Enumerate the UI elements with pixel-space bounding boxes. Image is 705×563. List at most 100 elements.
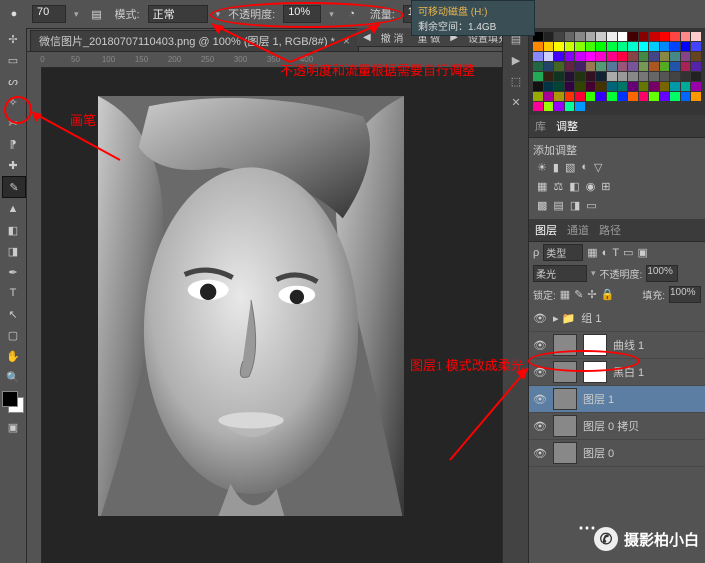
curves-icon[interactable]: ▧: [565, 161, 575, 174]
swatch-color[interactable]: [586, 72, 596, 81]
tab-channels[interactable]: 通道: [567, 222, 589, 238]
swatch-color[interactable]: [544, 52, 554, 61]
swatch-color[interactable]: [575, 92, 585, 101]
swatch-color[interactable]: [586, 32, 596, 41]
tab-layers[interactable]: 图层: [535, 222, 557, 238]
swatch-color[interactable]: [607, 42, 617, 51]
swatch-color[interactable]: [618, 82, 628, 91]
layer-row[interactable]: 👁图层 1: [529, 386, 705, 413]
swatch-color[interactable]: [575, 42, 585, 51]
swatch-color[interactable]: [639, 72, 649, 81]
swatch-color[interactable]: [554, 32, 564, 41]
swatch-color[interactable]: [628, 92, 638, 101]
swatch-color[interactable]: [607, 82, 617, 91]
swatch-color[interactable]: [565, 62, 575, 71]
swatch-color[interactable]: [544, 102, 554, 111]
swatch-color[interactable]: [649, 62, 659, 71]
swatch-color[interactable]: [681, 72, 691, 81]
undo-button[interactable]: 撤 消: [377, 30, 408, 45]
swatch-color[interactable]: [639, 32, 649, 41]
swatch-color[interactable]: [586, 52, 596, 61]
lock-pixel-icon[interactable]: ✎: [574, 288, 583, 301]
zoom-tool[interactable]: 🔍: [2, 367, 24, 387]
chevron-down-icon[interactable]: ▾: [216, 9, 221, 20]
fill-input[interactable]: 100%: [669, 286, 701, 303]
swatch-color[interactable]: [691, 32, 701, 41]
tab-library[interactable]: 库: [535, 118, 546, 134]
hue-icon[interactable]: ▦: [537, 180, 547, 193]
swatch-color[interactable]: [565, 42, 575, 51]
lasso-tool[interactable]: ᔕ: [2, 71, 24, 91]
gradient-map-icon[interactable]: ▭: [586, 199, 596, 212]
swatch-color[interactable]: [575, 102, 585, 111]
brush-size-input[interactable]: 70: [32, 5, 66, 23]
pressure-opacity-icon[interactable]: ◔: [342, 4, 362, 24]
swatch-color[interactable]: [565, 92, 575, 101]
swatch-color[interactable]: [607, 52, 617, 61]
swatch-color[interactable]: [618, 92, 628, 101]
visibility-icon[interactable]: 👁: [533, 339, 547, 352]
swatch-color[interactable]: [554, 72, 564, 81]
swatch-color[interactable]: [596, 62, 606, 71]
swatch-color[interactable]: [649, 82, 659, 91]
swatch-color[interactable]: [649, 32, 659, 41]
eyedropper-tool[interactable]: ⁋: [2, 134, 24, 154]
swatch-color[interactable]: [628, 32, 638, 41]
threshold-icon[interactable]: ◨: [570, 199, 580, 212]
swatch-color[interactable]: [670, 62, 680, 71]
swatch-color[interactable]: [554, 42, 564, 51]
swatch-color[interactable]: [554, 52, 564, 61]
tab-adjustments[interactable]: 调整: [556, 118, 578, 134]
swatch-color[interactable]: [691, 82, 701, 91]
swatch-color[interactable]: [660, 82, 670, 91]
swatch-color[interactable]: [575, 62, 585, 71]
swatch-color[interactable]: [649, 52, 659, 61]
swatch-color[interactable]: [681, 32, 691, 41]
swatch-color[interactable]: [660, 62, 670, 71]
swatch-color[interactable]: [691, 42, 701, 51]
swatch-color[interactable]: [670, 82, 680, 91]
visibility-icon[interactable]: 👁: [533, 447, 547, 460]
swatch-color[interactable]: [618, 42, 628, 51]
layer-row[interactable]: 👁曲线 1: [529, 332, 705, 359]
swatch-color[interactable]: [628, 52, 638, 61]
swatch-color[interactable]: [565, 102, 575, 111]
lock-transparent-icon[interactable]: ▦: [560, 288, 570, 301]
visibility-icon[interactable]: 👁: [533, 312, 547, 325]
swatch-color[interactable]: [533, 72, 543, 81]
swatch-color[interactable]: [681, 92, 691, 101]
swatch-color[interactable]: [596, 72, 606, 81]
pen-tool[interactable]: ✒: [2, 262, 24, 282]
channel-mixer-icon[interactable]: ⊞: [601, 180, 610, 193]
swatch-color[interactable]: [607, 32, 617, 41]
layer-blend-select[interactable]: 柔光: [533, 265, 587, 282]
filter-pixel-icon[interactable]: ▦: [587, 246, 597, 259]
swatch-color[interactable]: [639, 52, 649, 61]
shape-tool[interactable]: ▢: [2, 325, 24, 345]
swatch-color[interactable]: [691, 92, 701, 101]
swatch-color[interactable]: [565, 82, 575, 91]
swatch-color[interactable]: [670, 42, 680, 51]
vibrance-icon[interactable]: ▽: [594, 161, 602, 174]
swatch-color[interactable]: [660, 32, 670, 41]
magic-wand-tool[interactable]: ✧: [2, 92, 24, 112]
swatch-color[interactable]: [681, 62, 691, 71]
levels-icon[interactable]: ▮: [553, 161, 559, 174]
swatch-color[interactable]: [649, 72, 659, 81]
brush-panel-icon[interactable]: ▤: [87, 4, 107, 24]
swatch-color[interactable]: [533, 82, 543, 91]
swatch-color[interactable]: [670, 52, 680, 61]
swatch-color[interactable]: [575, 82, 585, 91]
filter-kind-select[interactable]: 类型: [543, 244, 583, 261]
marquee-tool[interactable]: ▭: [2, 50, 24, 70]
swatch-color[interactable]: [533, 102, 543, 111]
swatch-color[interactable]: [639, 62, 649, 71]
swatch-color[interactable]: [618, 62, 628, 71]
swatch-color[interactable]: [691, 52, 701, 61]
swatch-color[interactable]: [575, 52, 585, 61]
swatch-color[interactable]: [628, 82, 638, 91]
swatch-color[interactable]: [586, 82, 596, 91]
swatch-color[interactable]: [649, 42, 659, 51]
swatch-color[interactable]: [554, 92, 564, 101]
swatch-color[interactable]: [544, 32, 554, 41]
